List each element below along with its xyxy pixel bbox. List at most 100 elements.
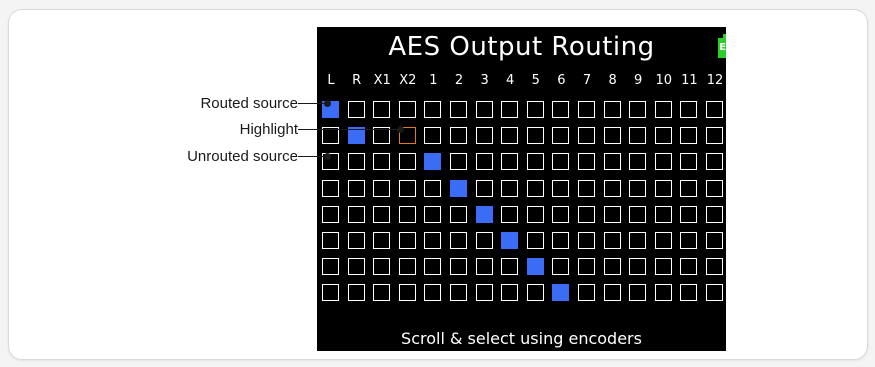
routing-cell[interactable] (578, 127, 595, 145)
routing-cell[interactable] (398, 205, 416, 223)
routing-cell[interactable] (526, 153, 544, 171)
routing-cell[interactable] (450, 258, 467, 276)
routing-cell[interactable] (680, 284, 698, 302)
routing-cell[interactable] (373, 205, 391, 223)
routing-cell[interactable] (680, 101, 698, 118)
routing-cell[interactable] (552, 205, 570, 223)
routing-cell[interactable] (475, 179, 493, 197)
routing-cell[interactable] (706, 153, 723, 171)
routing-cell[interactable] (629, 127, 647, 145)
routing-cell[interactable] (603, 101, 621, 118)
routing-cell[interactable] (347, 179, 365, 197)
routing-cell[interactable] (629, 284, 647, 302)
routing-cell[interactable] (424, 284, 442, 302)
routing-cell[interactable] (347, 284, 365, 302)
routing-cell[interactable] (424, 205, 442, 223)
routing-cell[interactable] (373, 232, 391, 249)
routing-cell[interactable] (475, 127, 493, 145)
routing-cell[interactable] (398, 153, 416, 171)
routing-cell[interactable] (501, 205, 519, 223)
routing-cell[interactable] (347, 258, 365, 276)
routing-cell[interactable] (603, 258, 621, 276)
routing-cell[interactable] (526, 205, 544, 223)
routing-cell[interactable] (680, 205, 698, 223)
routing-cell[interactable] (526, 127, 544, 145)
routing-cell[interactable] (603, 153, 621, 171)
routing-cell[interactable] (398, 258, 416, 276)
routing-cell[interactable] (654, 284, 672, 302)
routing-cell[interactable] (450, 232, 467, 249)
routing-cell[interactable] (450, 205, 467, 223)
routing-cell[interactable] (578, 232, 595, 249)
routing-cell[interactable] (526, 232, 544, 249)
routing-cell-routed[interactable] (552, 284, 570, 302)
routing-cell[interactable] (680, 127, 698, 145)
routing-cell[interactable] (526, 179, 544, 197)
routing-cell[interactable] (603, 179, 621, 197)
routing-cell[interactable] (578, 205, 595, 223)
routing-cell[interactable] (654, 205, 672, 223)
routing-cell[interactable] (398, 284, 416, 302)
routing-cell[interactable] (629, 205, 647, 223)
routing-cell[interactable] (706, 101, 723, 118)
routing-cell-routed[interactable] (424, 153, 442, 171)
routing-cell[interactable] (475, 153, 493, 171)
routing-cell[interactable] (578, 179, 595, 197)
routing-cell[interactable] (706, 179, 723, 197)
routing-cell[interactable] (552, 153, 570, 171)
routing-cell[interactable] (654, 153, 672, 171)
routing-cell[interactable] (526, 101, 544, 118)
routing-cell[interactable] (322, 232, 339, 249)
routing-cell[interactable] (475, 284, 493, 302)
routing-cell[interactable] (552, 127, 570, 145)
routing-cell[interactable] (552, 179, 570, 197)
routing-cell[interactable] (424, 258, 442, 276)
routing-cell[interactable] (501, 179, 519, 197)
routing-cell[interactable] (654, 127, 672, 145)
routing-cell[interactable] (706, 127, 723, 145)
routing-cell[interactable] (322, 258, 339, 276)
routing-cell[interactable] (347, 232, 365, 249)
routing-cell[interactable] (450, 127, 467, 145)
routing-cell[interactable] (373, 101, 391, 118)
routing-cell[interactable] (654, 101, 672, 118)
routing-cell[interactable] (552, 101, 570, 118)
routing-cell[interactable] (424, 179, 442, 197)
routing-cell[interactable] (398, 179, 416, 197)
routing-cell[interactable] (629, 153, 647, 171)
routing-cell[interactable] (603, 127, 621, 145)
routing-cell[interactable] (706, 232, 723, 249)
routing-cell[interactable] (475, 232, 493, 249)
routing-cell[interactable] (578, 284, 595, 302)
routing-cell[interactable] (322, 284, 339, 302)
routing-cell[interactable] (501, 101, 519, 118)
routing-cell[interactable] (552, 232, 570, 249)
routing-cell[interactable] (603, 284, 621, 302)
routing-cell[interactable] (501, 153, 519, 171)
routing-cell[interactable] (578, 101, 595, 118)
routing-cell[interactable] (552, 258, 570, 276)
routing-cell[interactable] (450, 101, 467, 118)
routing-cell[interactable] (424, 232, 442, 249)
routing-cell[interactable] (629, 232, 647, 249)
routing-cell[interactable] (629, 101, 647, 118)
routing-cell[interactable] (501, 127, 519, 145)
routing-cell[interactable] (424, 127, 442, 145)
routing-cell[interactable] (629, 179, 647, 197)
routing-cell[interactable] (373, 258, 391, 276)
routing-cell[interactable] (322, 179, 339, 197)
routing-cell[interactable] (424, 101, 442, 118)
routing-cell[interactable] (373, 284, 391, 302)
routing-cell[interactable] (706, 205, 723, 223)
routing-cell[interactable] (450, 284, 467, 302)
routing-cell[interactable] (501, 258, 519, 276)
routing-cell[interactable] (501, 284, 519, 302)
routing-cell[interactable] (347, 205, 365, 223)
routing-cell[interactable] (654, 232, 672, 249)
routing-cell-routed[interactable] (501, 232, 519, 249)
routing-cell[interactable] (475, 258, 493, 276)
routing-cell[interactable] (450, 153, 467, 171)
routing-cell[interactable] (680, 153, 698, 171)
routing-cell[interactable] (629, 258, 647, 276)
routing-cell[interactable] (398, 232, 416, 249)
